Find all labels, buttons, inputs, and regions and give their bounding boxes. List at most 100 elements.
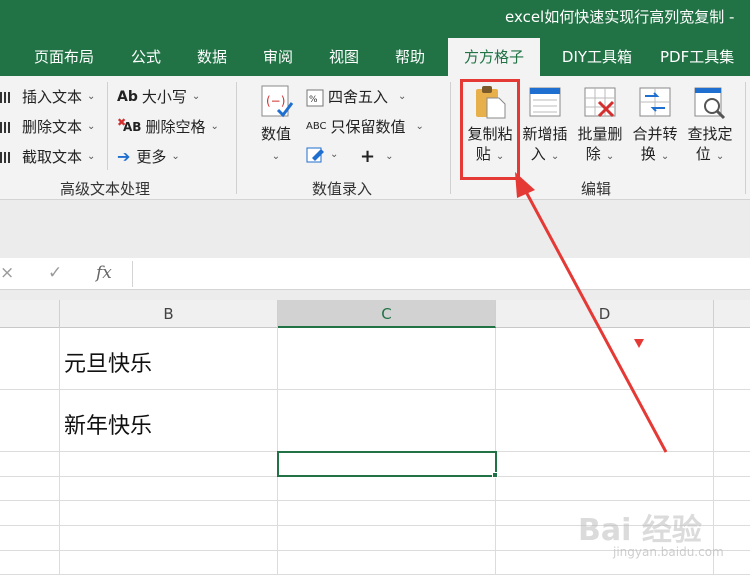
delete-spaces-button[interactable]: ✖ AB 删除空格 ⌄: [117, 116, 219, 137]
formula-input[interactable]: [132, 261, 750, 287]
window-title: excel如何快速实现行高列宽复制 -: [505, 8, 735, 26]
chevron-down-icon: ⌄: [87, 91, 96, 102]
insert-text-label: 插入文本: [22, 88, 83, 106]
extract-text-button[interactable]: 截取文本 ⌄: [0, 146, 95, 167]
new-insert-label-line2: 入: [530, 145, 546, 163]
keep-numbers-icon: ABC: [306, 121, 327, 132]
insert-text-button[interactable]: 插入文本 ⌄: [0, 86, 95, 107]
group-label-edit: 编辑: [580, 180, 611, 198]
round-label: 四舍五入: [328, 88, 389, 106]
case-icon: Ab: [117, 88, 138, 105]
confirm-icon[interactable]: ✓: [48, 263, 62, 283]
delete-text-icon: [0, 119, 18, 135]
selected-cell-c3[interactable]: [277, 451, 497, 477]
fx-icon[interactable]: fx: [96, 263, 112, 283]
tab-diy-toolbox[interactable]: DIY工具箱: [552, 38, 642, 76]
merge-convert-icon: [637, 84, 673, 120]
watermark-url: jingyan.baidu.com: [613, 545, 724, 559]
arrow-right-icon: ➔: [117, 147, 131, 166]
tab-page-layout[interactable]: 页面布局: [26, 38, 102, 76]
grid-line: [0, 500, 750, 501]
chevron-down-icon: ⌄: [87, 151, 96, 162]
number-button[interactable]: (−) 数值 ⌄: [252, 82, 300, 167]
merge-convert-label-line1: 合并转: [632, 125, 678, 143]
column-header-c[interactable]: C: [278, 300, 496, 328]
svg-text:%: %: [309, 95, 318, 105]
group-label-advanced-text: 高级文本处理: [59, 180, 150, 198]
round-button[interactable]: % 四舍五入 ⌄: [306, 86, 406, 107]
tab-view[interactable]: 视图: [316, 38, 372, 76]
chevron-down-icon: ⌄: [330, 148, 339, 160]
delete-spaces-icon: ✖ AB: [117, 115, 142, 134]
batch-delete-label-line2: 除: [585, 145, 601, 163]
cell-b2[interactable]: 新年快乐: [64, 408, 152, 440]
column-headers: B C D: [0, 300, 750, 328]
more-button[interactable]: ➔ 更多 ⌄: [117, 146, 180, 167]
ribbon-divider: [107, 82, 108, 170]
chevron-down-icon: ⌄: [385, 151, 394, 162]
grid-line: [0, 389, 750, 390]
batch-delete-button[interactable]: 批量删 除 ⌄: [572, 82, 628, 167]
plus-button[interactable]: + ⌄: [360, 146, 393, 167]
tab-formulas[interactable]: 公式: [118, 38, 174, 76]
insert-text-icon: [0, 89, 18, 105]
fill-handle[interactable]: [492, 472, 498, 478]
watermark-logo: Bai 经验: [578, 513, 702, 548]
chevron-down-icon: ⌄: [87, 121, 96, 132]
ribbon-tab-bar: 页面布局 公式 数据 审阅 视图 帮助 方方格子 DIY工具箱 PDF工具集: [0, 38, 750, 76]
more-label: 更多: [136, 148, 167, 166]
case-label: 大小写: [141, 88, 187, 106]
svg-text:(−): (−): [266, 94, 285, 108]
case-button[interactable]: Ab 大小写 ⌄: [117, 86, 200, 107]
column-header-a-partial[interactable]: [0, 300, 60, 328]
formula-bar: × ✓ fx: [0, 258, 750, 290]
chevron-down-icon: ⌄: [605, 151, 615, 162]
new-insert-button[interactable]: 新增插 入 ⌄: [517, 82, 573, 167]
find-locate-label-line1: 查找定: [687, 125, 733, 143]
find-locate-button[interactable]: 查找定 位 ⌄: [682, 82, 738, 167]
tab-review[interactable]: 审阅: [250, 38, 306, 76]
delete-text-button[interactable]: 删除文本 ⌄: [0, 116, 95, 137]
column-header-b[interactable]: B: [60, 300, 278, 328]
extract-text-label: 截取文本: [22, 148, 83, 166]
ribbon: 插入文本 ⌄ 删除文本 ⌄ 截取文本 ⌄ Ab 大小写 ⌄ ✖ AB 删除空格 ⌄…: [0, 76, 750, 200]
merge-convert-button[interactable]: 合并转 换 ⌄: [627, 82, 683, 167]
extract-text-icon: [0, 149, 18, 165]
delete-spaces-label: 删除空格: [145, 118, 206, 136]
keep-numbers-button[interactable]: ABC 只保留数值 ⌄: [306, 116, 424, 137]
new-insert-label-line1: 新增插: [522, 125, 568, 143]
tab-fangfang-gezi[interactable]: 方方格子: [448, 38, 540, 76]
chevron-down-icon: ⌄: [550, 151, 560, 162]
column-header-d[interactable]: D: [496, 300, 714, 328]
chevron-down-icon: ⌄: [191, 91, 201, 102]
insert-rows-icon: [527, 84, 563, 120]
find-icon: [692, 84, 728, 120]
round-icon: %: [306, 89, 324, 106]
ribbon-group-separator: [745, 82, 746, 194]
keep-numbers-label: 只保留数值: [330, 118, 406, 136]
group-label-number-input: 数值录入: [311, 180, 372, 198]
delete-text-label: 删除文本: [22, 118, 83, 136]
ribbon-group-separator: [236, 82, 237, 194]
title-bar: excel如何快速实现行高列宽复制 -: [0, 0, 750, 38]
tab-help[interactable]: 帮助: [382, 38, 438, 76]
chevron-down-icon: ⌄: [398, 91, 407, 102]
batch-delete-icon: [582, 84, 618, 120]
edit-numbers-button[interactable]: ⌄: [306, 146, 339, 163]
cancel-icon[interactable]: ×: [0, 263, 14, 283]
pencil-icon: [306, 146, 324, 163]
number-label: 数值: [260, 125, 291, 143]
chevron-down-icon: ⌄: [715, 151, 725, 162]
find-locate-label-line2: 位: [695, 145, 711, 163]
ribbon-group-separator: [450, 82, 451, 194]
chevron-down-icon: ⌄: [415, 121, 424, 132]
tab-pdf-tools[interactable]: PDF工具集: [660, 38, 750, 76]
number-icon: (−): [258, 84, 294, 120]
chevron-down-icon: ⌄: [171, 151, 180, 162]
batch-delete-label-line1: 批量删: [577, 125, 623, 143]
annotation-highlight-box: [460, 79, 520, 180]
chevron-down-icon: ⌄: [210, 121, 219, 132]
tab-data[interactable]: 数据: [184, 38, 240, 76]
column-header-e-partial[interactable]: [714, 300, 750, 328]
cell-b1[interactable]: 元旦快乐: [64, 346, 152, 378]
